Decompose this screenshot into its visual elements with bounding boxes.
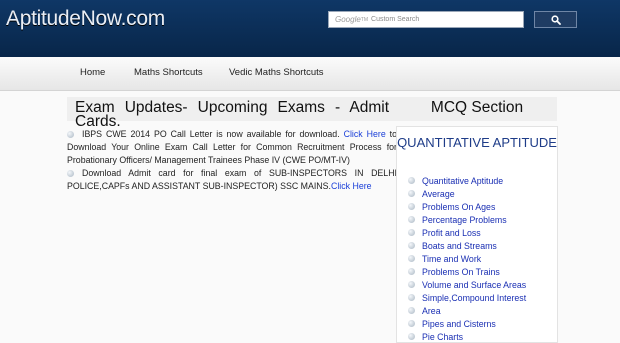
topic-label[interactable]: Percentage Problems (422, 215, 507, 225)
google-brand-label: Google (335, 15, 361, 24)
topic-label[interactable]: Boats and Streams (422, 241, 497, 251)
nav-item-home[interactable]: Home (80, 67, 105, 78)
topic-item[interactable]: Pie Charts (408, 330, 526, 343)
search-icon (550, 14, 561, 25)
search-button[interactable] (534, 11, 577, 28)
topic-item[interactable]: Area (408, 304, 526, 317)
news-list: IBPS CWE 2014 PO Call Letter is now avai… (67, 128, 397, 193)
bullet-icon (408, 229, 415, 236)
bullet-icon (408, 320, 415, 327)
bullet-icon (408, 268, 415, 275)
topic-item[interactable]: Profit and Loss (408, 226, 526, 239)
topic-label[interactable]: Problems On Trains (422, 267, 500, 277)
bullet-icon (67, 169, 74, 177)
news-text: IBPS CWE 2014 PO Call Letter is now avai… (82, 129, 340, 139)
site-logo[interactable]: AptitudeNow.com (6, 7, 165, 31)
main-nav: Home Maths Shortcuts Vedic Maths Shortcu… (0, 57, 620, 91)
bullet-icon (408, 307, 415, 314)
news-item: Download Admit card for final exam of SU… (67, 167, 397, 193)
topic-item[interactable]: Average (408, 187, 526, 200)
click-here-link[interactable]: Click Here (344, 129, 386, 139)
topic-label[interactable]: Simple,Compound Interest (422, 293, 526, 303)
topic-label[interactable]: Average (422, 189, 455, 199)
topic-item[interactable]: Problems On Ages (408, 200, 526, 213)
topic-list: Quantitative Aptitude Average Problems O… (408, 174, 526, 343)
section-title: QUANTITATIVE APTITUDE (397, 135, 557, 150)
search-placeholder: Custom Search (371, 16, 420, 23)
bullet-icon (408, 216, 415, 223)
bullet-icon (408, 190, 415, 197)
topic-item[interactable]: Boats and Streams (408, 239, 526, 252)
nav-item-vedic-maths-shortcuts[interactable]: Vedic Maths Shortcuts (229, 67, 324, 78)
sidebar: QUANTITATIVE APTITUDE Quantitative Aptit… (396, 126, 558, 343)
topic-item[interactable]: Time and Work (408, 252, 526, 265)
topic-label[interactable]: Pipes and Cisterns (422, 319, 496, 329)
news-item: IBPS CWE 2014 PO Call Letter is now avai… (67, 128, 397, 167)
topic-item[interactable]: Pipes and Cisterns (408, 317, 526, 330)
bullet-icon (408, 294, 415, 301)
click-here-link[interactable]: Click Here (331, 181, 372, 191)
google-tm-label: TM (360, 16, 369, 23)
topic-label[interactable]: Problems On Ages (422, 202, 495, 212)
topic-item[interactable]: Volume and Surface Areas (408, 278, 526, 291)
topic-item[interactable]: Percentage Problems (408, 213, 526, 226)
topic-label[interactable]: Time and Work (422, 254, 481, 264)
site-header: AptitudeNow.com Google TM Custom Search (0, 0, 620, 57)
topic-label[interactable]: Quantitative Aptitude (422, 176, 503, 186)
bullet-icon (408, 333, 415, 340)
topic-label[interactable]: Pie Charts (422, 332, 463, 342)
bullet-icon (408, 203, 415, 210)
bullet-icon (67, 130, 74, 138)
bullet-icon (408, 281, 415, 288)
bullet-icon (408, 255, 415, 262)
topic-label[interactable]: Area (422, 306, 441, 316)
topic-label[interactable]: Profit and Loss (422, 228, 481, 238)
topic-label[interactable]: Volume and Surface Areas (422, 280, 526, 290)
mcq-section-header: MCQ Section (397, 97, 557, 121)
topic-item[interactable]: Simple,Compound Interest (408, 291, 526, 304)
topic-item[interactable]: Quantitative Aptitude (408, 174, 526, 187)
topic-item[interactable]: Problems On Trains (408, 265, 526, 278)
nav-item-maths-shortcuts[interactable]: Maths Shortcuts (134, 67, 203, 78)
bullet-icon (408, 242, 415, 249)
search-input[interactable]: Google TM Custom Search (328, 11, 524, 28)
bullet-icon (408, 177, 415, 184)
